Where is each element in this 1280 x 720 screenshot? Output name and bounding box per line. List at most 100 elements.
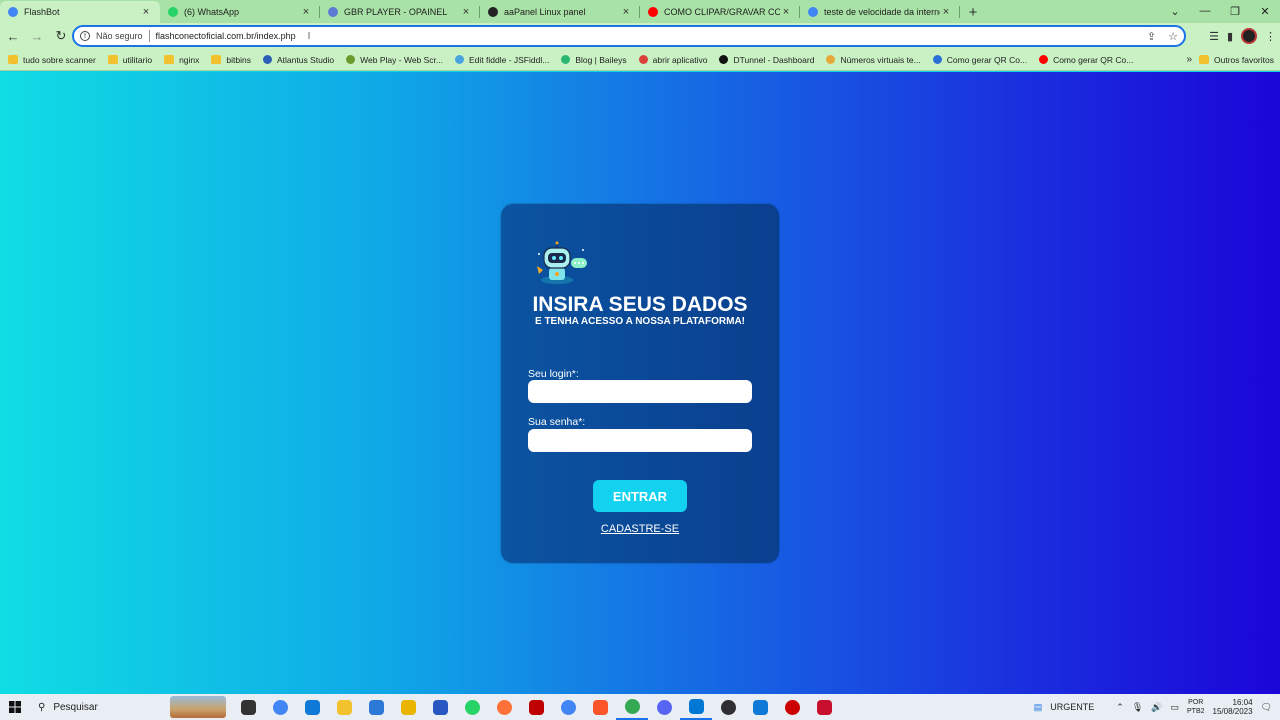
browser-tab[interactable]: GBR PLAYER - OPAINEL × (320, 1, 480, 23)
taskbar-app-discord[interactable] (648, 694, 680, 720)
side-panel-icon[interactable]: ▮ (1227, 30, 1233, 43)
tab-search-icon[interactable]: ⌄ (1160, 0, 1190, 22)
search-highlight-image[interactable] (170, 696, 226, 718)
close-window-button[interactable]: ✕ (1250, 0, 1280, 22)
microphone-icon[interactable]: 🎙 (1132, 702, 1143, 713)
taskbar-app-norton[interactable] (392, 694, 424, 720)
tab-title: FlashBot (24, 7, 60, 17)
tabs-container: FlashBot × (6) WhatsApp × GBR PLAYER - OPAIN… (0, 1, 960, 23)
taskbar-app-chrome-2[interactable] (552, 694, 584, 720)
close-tab-icon[interactable]: × (140, 6, 152, 18)
folder-icon (211, 55, 222, 64)
reload-button[interactable]: ↻ (50, 25, 72, 47)
browser-tab[interactable]: aaPanel Linux panel × (480, 1, 640, 23)
toolbar-right: ☰ ▮ ⋮ (1209, 25, 1276, 47)
mail-icon (368, 699, 384, 715)
taskbar-app-firefox[interactable] (488, 694, 520, 720)
system-tray: ▤ URGENTE ⌃ 🎙 🔊 ▭ POR PTB2 16:04 15/08/2… (1034, 694, 1272, 720)
brave-icon (592, 699, 608, 715)
signup-link[interactable]: CADASTRE-SE (501, 523, 779, 535)
taskbar-app-filezilla[interactable] (520, 694, 552, 720)
minimize-button[interactable]: — (1190, 0, 1220, 22)
bookmarks-bar: tudo sobre scanner utilitario nginx bitbins… (0, 49, 1280, 71)
bookmarks-list: tudo sobre scanner utilitario nginx bitbins… (8, 55, 1145, 65)
bookmark-item[interactable]: Web Play - Web Scr... (346, 55, 443, 65)
taskbar-app-vscode[interactable] (680, 694, 712, 720)
url-text[interactable]: flashconectoficial.com.br/index.php (156, 31, 296, 41)
tab-title: aaPanel Linux panel (504, 7, 586, 17)
bookmark-item[interactable]: nginx (164, 55, 199, 65)
security-label[interactable]: Não seguro (96, 31, 143, 41)
close-tab-icon[interactable]: × (460, 6, 472, 18)
windows-start-button[interactable] (0, 701, 30, 713)
address-bar[interactable]: ! Não seguro flashconectoficial.com.br/i… (72, 25, 1186, 47)
taskbar-app-whatsapp[interactable] (456, 694, 488, 720)
taskbar-app-mail[interactable] (360, 694, 392, 720)
other-bookmarks-folder[interactable]: Outros favoritos (1199, 55, 1274, 65)
weather-label[interactable]: URGENTE (1050, 702, 1094, 712)
reading-list-icon[interactable]: ☰ (1209, 30, 1219, 43)
volume-icon[interactable]: 🔊 (1151, 702, 1162, 713)
taskbar-app-file-explorer[interactable] (232, 694, 264, 720)
tab-separator (959, 6, 960, 18)
taskbar-app-chrome[interactable] (264, 694, 296, 720)
gear-icon (328, 7, 338, 17)
bookmark-item[interactable]: Como gerar QR Co... (1039, 55, 1133, 65)
close-tab-icon[interactable]: × (300, 6, 312, 18)
site-favicon-icon (719, 55, 729, 64)
youtube-icon (648, 7, 658, 17)
folder-icon (8, 55, 18, 64)
browser-tab[interactable]: teste de velocidade da internet - × (800, 1, 960, 23)
bookmark-label: nginx (179, 54, 200, 65)
profile-avatar[interactable] (1241, 28, 1257, 44)
bookmark-label: abrir aplicativo (652, 54, 708, 65)
restore-button[interactable]: ❐ (1220, 0, 1250, 22)
browser-tab[interactable]: (6) WhatsApp × (160, 1, 320, 23)
taskbar-app-chrome-3[interactable] (616, 694, 648, 720)
weather-icon[interactable]: ▤ (1034, 702, 1043, 713)
back-button[interactable]: ← (2, 25, 24, 47)
taskbar-search[interactable]: ⚲ Pesquisar (30, 702, 170, 713)
bookmark-star-icon[interactable]: ☆ (1168, 30, 1178, 43)
browser-tab[interactable]: COMO CLIPAR/GRAVAR COM PL× (640, 1, 800, 23)
taskbar-app-edge-2[interactable] (744, 694, 776, 720)
bookmark-item[interactable]: Edit fiddle - JSFiddl... (455, 55, 549, 65)
taskbar-app-record[interactable] (776, 694, 808, 720)
taskbar-app-folder[interactable] (328, 694, 360, 720)
network-icon[interactable]: ▭ (1170, 702, 1179, 713)
taskbar-app-store[interactable] (424, 694, 456, 720)
bookmark-item[interactable]: Números virtuais te... (826, 55, 921, 65)
bookmark-item[interactable]: Como gerar QR Co... (932, 55, 1027, 65)
login-input[interactable] (528, 380, 752, 403)
not-secure-icon[interactable]: ! (80, 31, 90, 41)
language-indicator[interactable]: POR PTB2 (1187, 698, 1205, 716)
bookmark-item[interactable]: DTunnel - Dashboard (719, 55, 814, 65)
taskbar-app-brave[interactable] (584, 694, 616, 720)
forward-button[interactable]: → (26, 25, 48, 47)
bt-icon (488, 7, 498, 17)
new-tab-button[interactable]: + (960, 1, 986, 23)
close-tab-icon[interactable]: × (940, 6, 952, 18)
bookmarks-overflow-button[interactable]: » (1186, 54, 1192, 65)
taskbar-app-edge[interactable] (296, 694, 328, 720)
taskbar-app-vpn[interactable] (808, 694, 840, 720)
share-icon[interactable]: ⇪ (1147, 30, 1156, 43)
taskbar-app-obs[interactable] (712, 694, 744, 720)
close-tab-icon[interactable]: × (780, 6, 792, 18)
clock[interactable]: 16:04 15/08/2023 (1213, 698, 1253, 716)
browser-tab[interactable]: FlashBot × (0, 1, 160, 23)
password-input[interactable] (528, 429, 752, 452)
menu-icon[interactable]: ⋮ (1265, 30, 1276, 43)
chrome-2-icon (560, 699, 576, 715)
bookmark-item[interactable]: Atlantus Studio (262, 55, 334, 65)
bookmark-item[interactable]: abrir aplicativo (638, 54, 708, 65)
bookmark-item[interactable]: bitbins (211, 55, 251, 65)
bookmark-item[interactable]: tudo sobre scanner (8, 55, 96, 65)
whatsapp-icon (464, 699, 480, 715)
tray-overflow-icon[interactable]: ⌃ (1116, 702, 1124, 713)
enter-button[interactable]: ENTRAR (593, 480, 687, 512)
bookmark-item[interactable]: Blog | Baileys (561, 55, 627, 65)
notifications-icon[interactable]: 🗨 (1261, 702, 1272, 713)
close-tab-icon[interactable]: × (620, 6, 632, 18)
bookmark-item[interactable]: utilitario (107, 55, 152, 65)
